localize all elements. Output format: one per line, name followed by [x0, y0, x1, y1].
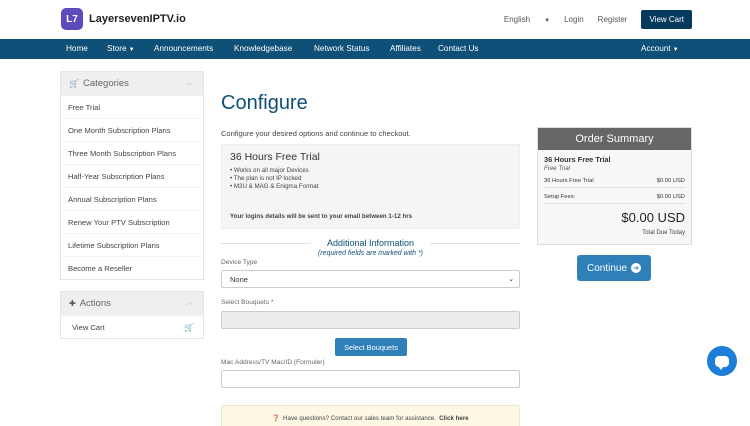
- summary-total: $0.00 USD: [621, 210, 685, 225]
- product-info-box: 36 Hours Free Trial • Works on all major…: [221, 144, 520, 229]
- divider: [221, 243, 311, 244]
- category-item-annual[interactable]: Annual Subscription Plans: [61, 187, 203, 210]
- device-type-select[interactable]: None ⌄: [221, 270, 520, 288]
- nav-home[interactable]: Home: [66, 44, 88, 53]
- chat-widget-button[interactable]: [707, 346, 737, 376]
- action-view-cart[interactable]: View Cart 🛒: [61, 315, 203, 338]
- summary-line-item: 36 Hours Free Trial $0.00 USD: [544, 178, 685, 184]
- divider: [544, 187, 685, 188]
- order-summary: Order Summary 36 Hours Free Trial Free T…: [537, 127, 692, 245]
- logo-text: LayersevenIPTV.io: [89, 13, 186, 25]
- nav-knowledgebase[interactable]: Knowledgebase: [234, 44, 292, 53]
- device-type-label: Device Type: [221, 259, 258, 266]
- category-item-half-year[interactable]: Half-Year Subscription Plans: [61, 164, 203, 187]
- caret-down-icon: ▼: [128, 47, 135, 53]
- nav-network-status[interactable]: Network Status: [314, 44, 370, 53]
- bouquets-field: [221, 311, 520, 329]
- help-link[interactable]: Click here: [439, 415, 469, 422]
- divider: [430, 243, 520, 244]
- top-links: English ▼ Login Register View Cart: [476, 10, 692, 29]
- categories-header[interactable]: 🛒 Categories ︿: [61, 72, 203, 95]
- product-name: 36 Hours Free Trial: [230, 151, 320, 163]
- feature-item: • Works on all major Devices: [230, 167, 309, 174]
- mac-address-input[interactable]: [221, 370, 520, 388]
- actions-header[interactable]: ✚ Actions ︿: [61, 292, 203, 315]
- language-selector[interactable]: English ▼: [490, 15, 550, 24]
- feature-item: • The plan is not IP locked: [230, 175, 302, 182]
- help-text: Have questions? Contact our sales team f…: [283, 414, 437, 422]
- register-link[interactable]: Register: [598, 15, 628, 24]
- nav-contact-us[interactable]: Contact Us: [438, 44, 479, 53]
- required-note: (required fields are marked with *): [317, 250, 424, 257]
- cart-icon: 🛒: [184, 322, 194, 332]
- login-link[interactable]: Login: [564, 15, 584, 24]
- caret-down-icon: ▼: [544, 18, 551, 24]
- category-item-free-trial[interactable]: Free Trial: [61, 95, 203, 118]
- category-item-three-month[interactable]: Three Month Subscription Plans: [61, 141, 203, 164]
- nav-store[interactable]: Store ▼: [107, 44, 135, 53]
- main-nav: Home Store ▼ Announcements Knowledgebase …: [0, 39, 750, 59]
- nav-account[interactable]: Account ▼: [641, 44, 679, 53]
- caret-down-icon: ▼: [672, 47, 679, 53]
- category-item-reseller[interactable]: Become a Reseller: [61, 256, 203, 279]
- logins-note: Your logins details will be sent to your…: [230, 213, 413, 220]
- chevron-down-icon: ⌄: [508, 276, 514, 283]
- continue-button[interactable]: Continue ➜: [577, 255, 651, 281]
- chevron-up-icon: ︿: [186, 299, 193, 306]
- cart-icon: 🛒: [69, 79, 79, 88]
- actions-panel: ✚ Actions ︿ View Cart 🛒: [60, 291, 204, 339]
- category-item-renew[interactable]: Renew Your PTV Subscription: [61, 210, 203, 233]
- bouquets-label: Select Bouquets *: [221, 299, 274, 306]
- feature-item: • M3U & MAG & Enigma Format: [230, 183, 319, 190]
- arrow-right-circle-icon: ➜: [631, 263, 642, 273]
- chat-icon: [715, 355, 729, 370]
- logo[interactable]: L7 LayersevenIPTV.io: [61, 8, 186, 30]
- select-bouquets-button[interactable]: Select Bouquets: [335, 338, 407, 356]
- chevron-up-icon: ︿: [186, 79, 193, 86]
- view-cart-button[interactable]: View Cart: [641, 10, 692, 29]
- categories-panel: 🛒 Categories ︿ Free Trial One Month Subs…: [60, 71, 204, 280]
- page-subtitle: Configure your desired options and conti…: [221, 129, 411, 138]
- question-circle-icon: ❓: [272, 415, 281, 422]
- top-bar: L7 LayersevenIPTV.io English ▼ Login Regi…: [0, 0, 750, 39]
- summary-setup-fees: Setup Fees: $0.00 USD: [544, 194, 685, 200]
- summary-product-name: 36 Hours Free Trial: [544, 155, 611, 164]
- plus-icon: ✚: [69, 299, 76, 308]
- page-title: Configure: [221, 92, 308, 114]
- summary-total-label: Total Due Today: [642, 230, 685, 236]
- help-box: ❓ Have questions? Contact our sales team…: [221, 405, 520, 426]
- category-item-lifetime[interactable]: Lifetime Subscription Plans: [61, 233, 203, 256]
- category-item-one-month[interactable]: One Month Subscription Plans: [61, 118, 203, 141]
- summary-product-group: Free Trial: [544, 165, 571, 172]
- nav-announcements[interactable]: Announcements: [154, 44, 213, 53]
- product-features: • Works on all major Devices • The plan …: [230, 167, 511, 191]
- order-summary-title: Order Summary: [538, 128, 691, 150]
- nav-affiliates[interactable]: Affiliates: [390, 44, 421, 53]
- mac-address-label: Mac Address/TV Mac/ID (Formuler): [221, 359, 325, 366]
- logo-badge: L7: [61, 8, 83, 30]
- divider: [544, 203, 685, 204]
- additional-info-heading: Additional Information (required fields …: [221, 238, 520, 257]
